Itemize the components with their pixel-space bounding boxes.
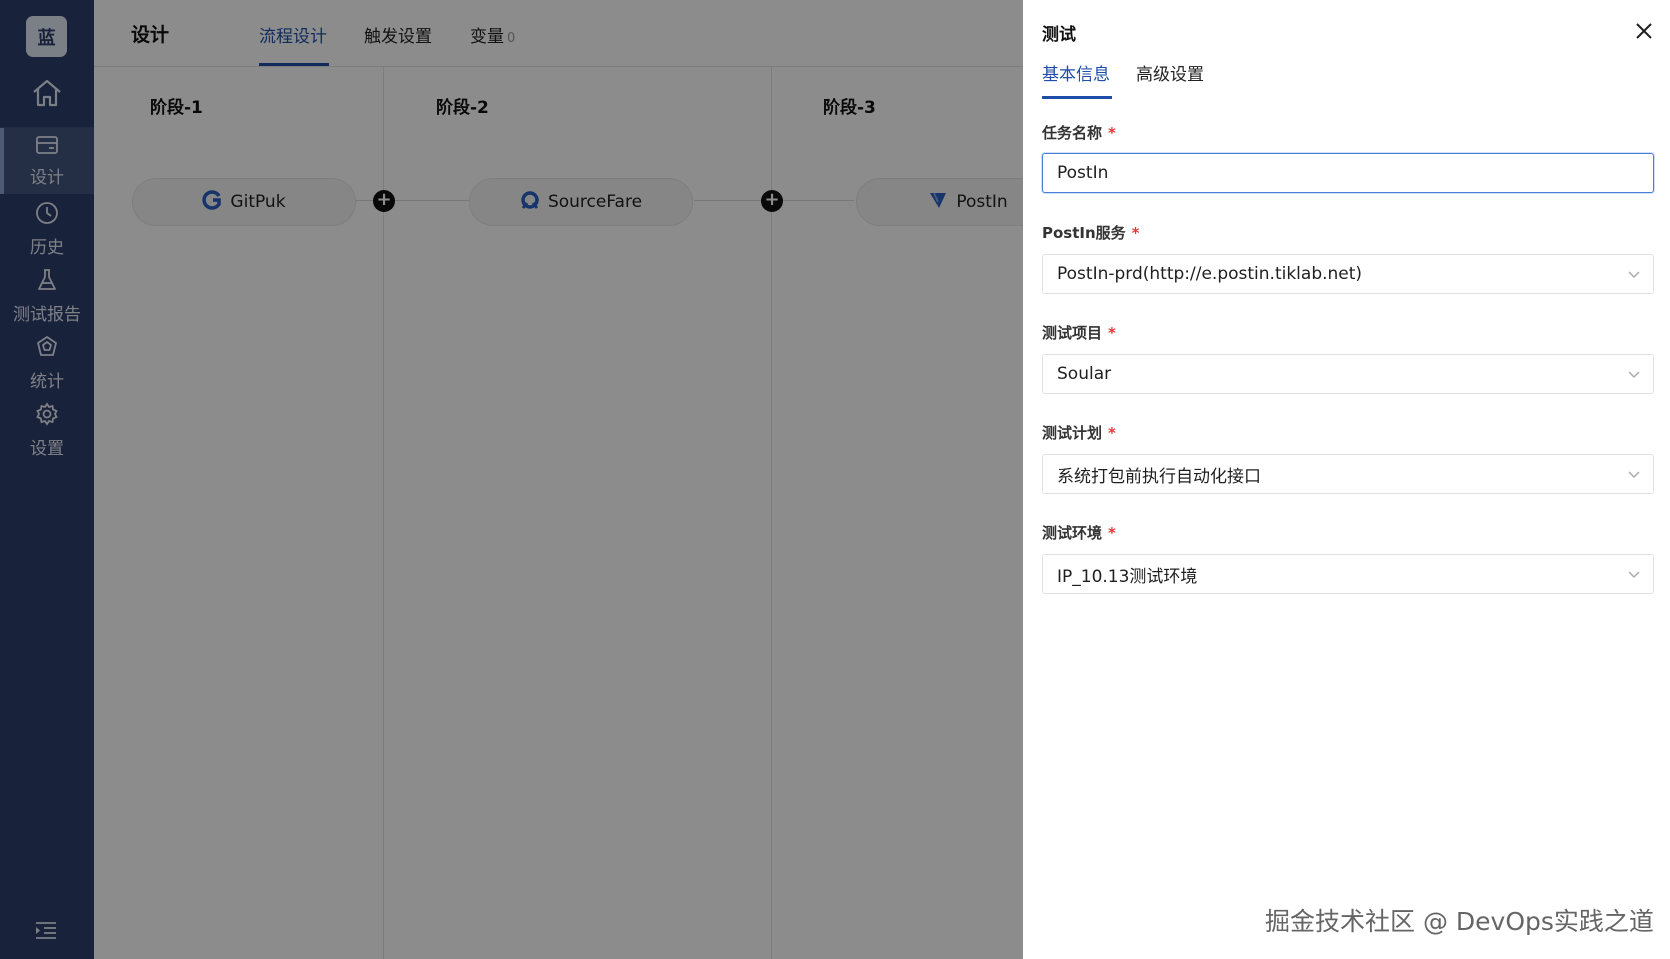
chevron-down-icon: [1627, 566, 1641, 586]
label-text: PostIn服务: [1042, 224, 1126, 242]
tab-basic-info[interactable]: 基本信息: [1042, 60, 1110, 85]
required-mark: *: [1108, 424, 1116, 442]
label-text: 测试计划: [1042, 424, 1103, 442]
required-mark: *: [1108, 324, 1116, 342]
watermark: 掘金技术社区 @ DevOps实践之道: [1265, 907, 1654, 936]
select-value: PostIn-prd(http://e.postin.tiklab.net): [1057, 264, 1363, 284]
select-value: IP_10.13测试环境: [1057, 566, 1198, 587]
label-text: 测试环境: [1042, 524, 1103, 542]
field-label-task-name: 任务名称 *: [1042, 122, 1116, 143]
active-tab-indicator: [1042, 96, 1112, 99]
required-mark: *: [1108, 524, 1116, 542]
required-mark: *: [1108, 124, 1116, 142]
field-label-test-plan: 测试计划 *: [1042, 422, 1116, 443]
test-environment-select[interactable]: IP_10.13测试环境: [1042, 554, 1654, 594]
close-button[interactable]: [1633, 20, 1655, 42]
tab-advanced-settings[interactable]: 高级设置: [1136, 60, 1204, 85]
close-icon: [1633, 23, 1655, 46]
postin-service-select[interactable]: PostIn-prd(http://e.postin.tiklab.net): [1042, 254, 1654, 294]
field-label-postin-service: PostIn服务 *: [1042, 222, 1140, 243]
chevron-down-icon: [1627, 366, 1641, 386]
select-value: 系统打包前执行自动化接口: [1057, 466, 1261, 487]
task-config-drawer: 测试 基本信息 高级设置 任务名称 * PostIn服务 * PostIn-prd(…: [1023, 0, 1670, 959]
field-label-test-project: 测试项目 *: [1042, 322, 1116, 343]
field-label-test-environment: 测试环境 *: [1042, 522, 1116, 543]
required-mark: *: [1131, 224, 1140, 242]
chevron-down-icon: [1627, 466, 1641, 486]
test-project-select[interactable]: Soular: [1042, 354, 1654, 394]
select-value: Soular: [1057, 364, 1112, 384]
task-name-field[interactable]: [1042, 153, 1654, 193]
task-name-input[interactable]: [1057, 163, 1617, 183]
drawer-title: 测试: [1042, 25, 1076, 45]
test-plan-select[interactable]: 系统打包前执行自动化接口: [1042, 454, 1654, 494]
label-text: 任务名称: [1042, 124, 1103, 142]
label-text: 测试项目: [1042, 324, 1103, 342]
chevron-down-icon: [1627, 266, 1641, 286]
